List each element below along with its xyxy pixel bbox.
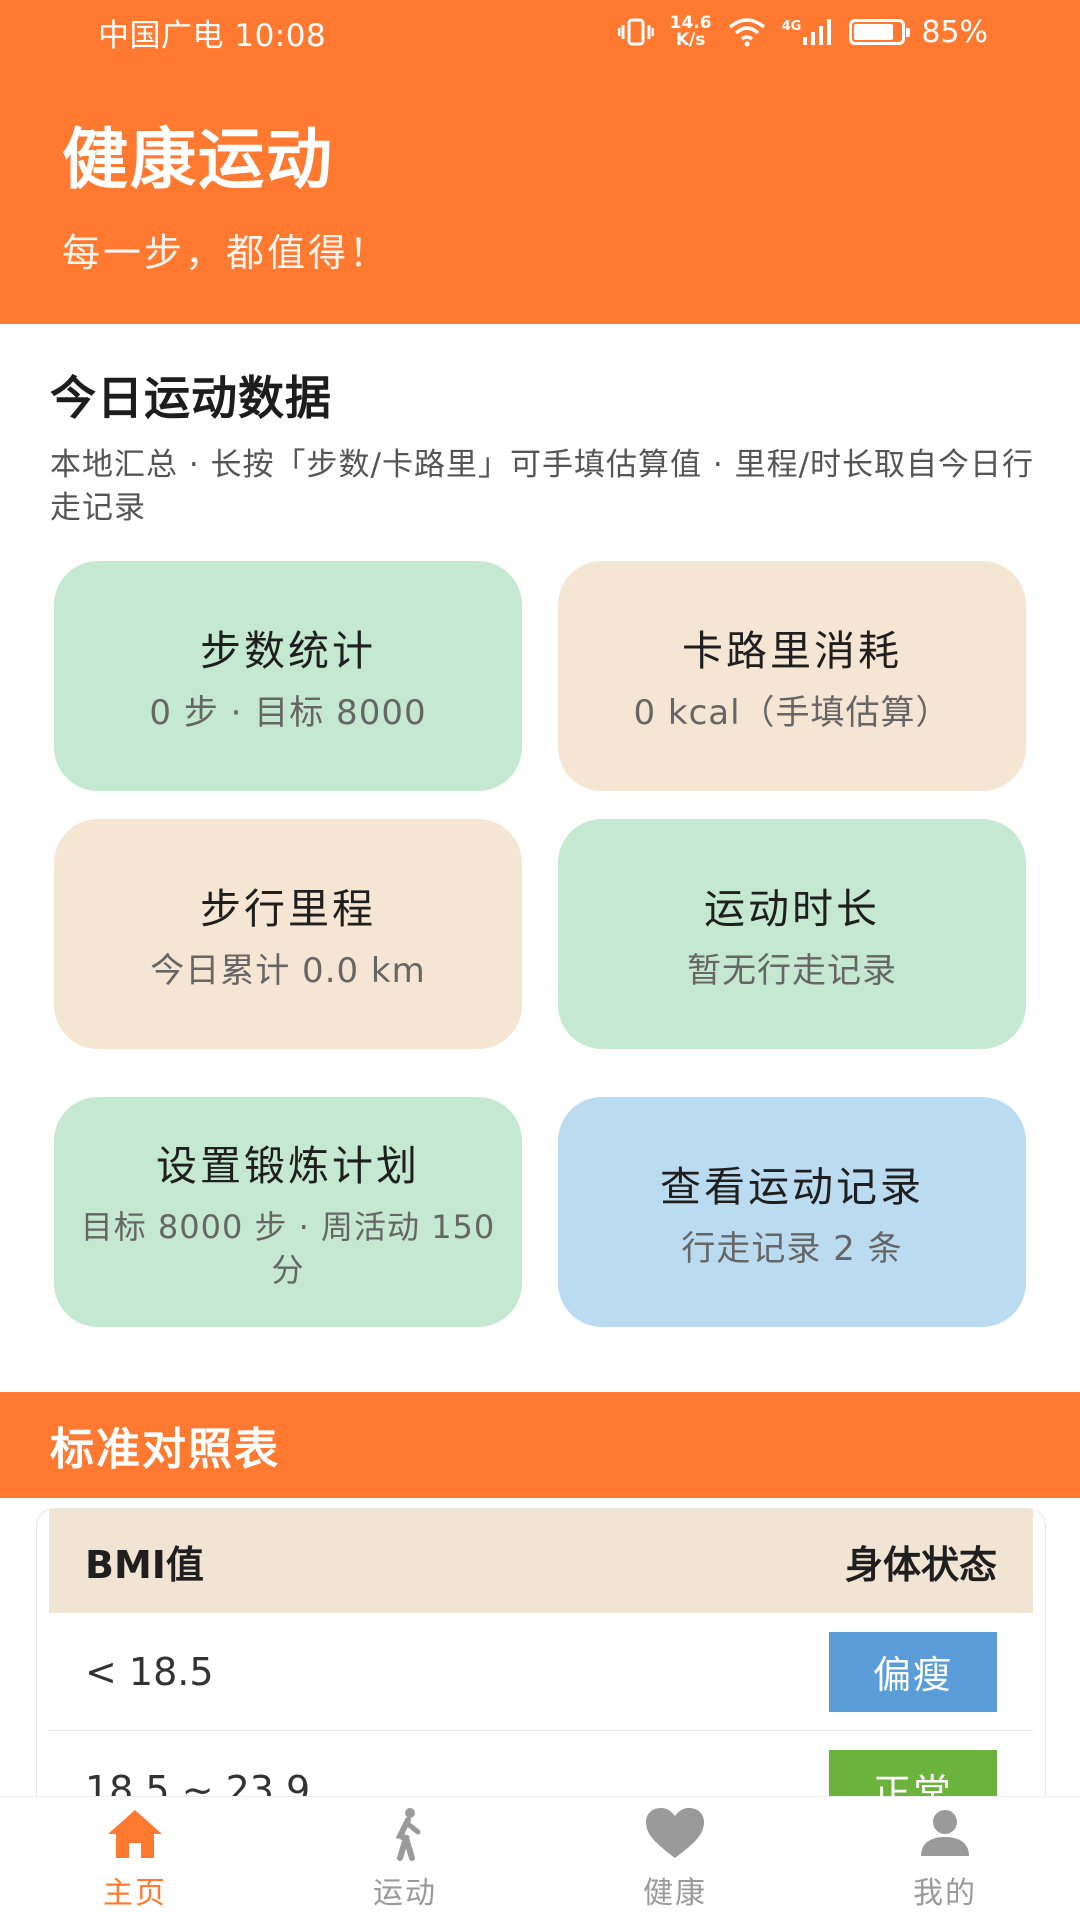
battery-fill — [854, 24, 893, 40]
today-section: 今日运动数据 本地汇总 · 长按「步数/卡路里」可手填估算值 · 里程/时长取自… — [50, 362, 1040, 530]
card-subtitle: 暂无行走记录 — [687, 951, 897, 991]
card-subtitle: 行走记录 2 条 — [681, 1229, 903, 1269]
stats-grid: 步数统计 0 步 · 目标 8000 卡路里消耗 0 kcal（手填估算） 步行… — [54, 561, 1026, 1327]
heart-icon — [646, 1808, 704, 1858]
status-bar: 中国广电 10:08 14.6 K/s 4G 85% — [0, 0, 1080, 64]
calories-card[interactable]: 卡路里消耗 0 kcal（手填估算） — [558, 561, 1026, 791]
section-heading: 今日运动数据 — [50, 371, 332, 425]
nav-mine[interactable]: 我的 — [810, 1806, 1080, 1912]
card-title: 步行里程 — [200, 885, 376, 933]
app-title: 健康运动 — [62, 121, 334, 198]
col-bmi: BMI值 — [85, 1542, 204, 1587]
card-title: 查看运动记录 — [660, 1163, 924, 1211]
card-title: 步数统计 — [200, 627, 376, 675]
nav-label: 健康 — [643, 1876, 707, 1911]
card-title: 运动时长 — [704, 885, 880, 933]
vibrate-icon — [617, 18, 654, 46]
table-row: 18.5 ~ 23.9 正常 — [49, 1731, 1033, 1799]
card-subtitle: 今日累计 0.0 km — [150, 951, 426, 991]
bmi-value: < 18.5 — [85, 1649, 214, 1694]
exercise-plan-card[interactable]: 设置锻炼计划 目标 8000 步 · 周活动 150 分 — [54, 1097, 522, 1327]
signal-group: 4G — [782, 19, 834, 45]
bmi-section-title: 标准对照表 — [0, 1392, 1080, 1498]
nav-label: 主页 — [103, 1876, 167, 1911]
nav-sport[interactable]: 运动 — [270, 1806, 540, 1912]
app-subtitle: 每一步，都值得！ — [62, 231, 391, 275]
card-subtitle: 0 kcal（手填估算） — [633, 693, 951, 733]
carrier-time: 中国广电 10:08 — [98, 17, 327, 54]
bmi-table[interactable]: BMI值 身体状态 < 18.5 偏瘦 18.5 ~ 23.9 正常 — [36, 1508, 1046, 1800]
net-speed-unit: K/s — [675, 30, 706, 50]
card-subtitle: 0 步 · 目标 8000 — [149, 693, 427, 733]
col-status: 身体状态 — [844, 1542, 997, 1587]
network-type-label: 4G — [781, 19, 802, 34]
nav-label: 运动 — [373, 1876, 437, 1911]
battery-icon — [849, 19, 911, 45]
card-title: 卡路里消耗 — [682, 627, 902, 675]
status-badge: 偏瘦 — [829, 1631, 997, 1712]
walking-icon — [395, 1808, 421, 1861]
bmi-table-header: BMI值 身体状态 — [49, 1509, 1033, 1613]
duration-card[interactable]: 运动时长 暂无行走记录 — [558, 819, 1026, 1049]
steps-card[interactable]: 步数统计 0 步 · 目标 8000 — [54, 561, 522, 791]
card-title: 设置锻炼计划 — [156, 1142, 420, 1190]
app-header: 健康运动 每一步，都值得！ — [0, 64, 1080, 324]
home-icon — [108, 1810, 162, 1858]
status-badge: 正常 — [829, 1749, 997, 1799]
nav-label: 我的 — [913, 1876, 977, 1911]
table-row: < 18.5 偏瘦 — [49, 1613, 1033, 1731]
nav-home[interactable]: 主页 — [0, 1806, 270, 1912]
battery-percent: 85% — [921, 14, 988, 50]
status-icons: 14.6 K/s 4G 85% — [617, 14, 988, 50]
wifi-icon — [728, 18, 765, 47]
section-description: 本地汇总 · 长按「步数/卡路里」可手填估算值 · 里程/时长取自今日行走记录 — [50, 447, 1035, 526]
nav-health[interactable]: 健康 — [540, 1806, 810, 1912]
user-icon — [921, 1810, 969, 1856]
bottom-nav: 主页 运动 健康 我的 — [0, 1796, 1080, 1921]
net-speed: 14.6 K/s — [670, 15, 712, 49]
card-subtitle: 目标 8000 步 · 周活动 150 分 — [80, 1208, 496, 1289]
records-card[interactable]: 查看运动记录 行走记录 2 条 — [558, 1097, 1026, 1327]
signal-icon — [803, 19, 832, 45]
distance-card[interactable]: 步行里程 今日累计 0.0 km — [54, 819, 522, 1049]
